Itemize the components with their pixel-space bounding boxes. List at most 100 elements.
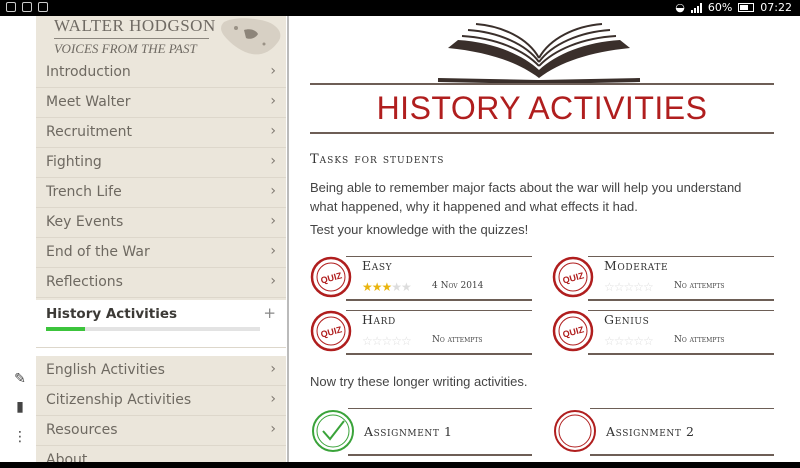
- chevron-right-icon: ›: [270, 273, 276, 289]
- sidebar-item-label: Key Events: [46, 214, 124, 230]
- quiz-moderate[interactable]: QUIZ Moderate ☆☆☆☆☆ No attempts: [552, 256, 774, 302]
- intro-text-line-1: Being able to remember major facts about…: [310, 180, 742, 195]
- chevron-right-icon: ›: [270, 183, 276, 199]
- progress-fill: [46, 327, 85, 331]
- sidebar-item-key-events[interactable]: Key Events ›: [36, 208, 286, 238]
- chevron-right-icon: ›: [270, 243, 276, 259]
- star-rating: ☆☆☆☆☆: [604, 280, 654, 294]
- chevron-right-icon: ›: [270, 213, 276, 229]
- checkmark-circle-icon: [312, 410, 354, 452]
- star-rating: ☆☆☆☆☆: [604, 334, 654, 348]
- assignment-1[interactable]: Assignment 1: [310, 408, 532, 456]
- chevron-right-icon: ›: [270, 153, 276, 169]
- intro-text-line-2: what happened, why it happened and what …: [310, 199, 638, 214]
- writing-intro: Now try these longer writing activities.: [310, 374, 528, 389]
- sidebar: WALTER HODGSON VOICES FROM THE PAST Intr…: [36, 16, 286, 462]
- quiz-hard[interactable]: QUIZ Hard ☆☆☆☆☆ No attempts: [310, 310, 532, 356]
- quiz-name: Hard: [362, 312, 396, 327]
- more-icon[interactable]: ⋮: [11, 428, 29, 446]
- intro-text-line-3: Test your knowledge with the quizzes!: [310, 222, 529, 237]
- quiz-genius[interactable]: QUIZ Genius ☆☆☆☆☆ No attempts: [552, 310, 774, 356]
- star-rating: ★★★★★: [362, 280, 412, 294]
- brand: WALTER HODGSON VOICES FROM THE PAST: [36, 16, 286, 58]
- assignment-name: Assignment 1: [364, 424, 453, 439]
- quiz-status: No attempts: [674, 335, 725, 345]
- title-rule-top: [310, 83, 774, 85]
- wifi-icon: ◒: [675, 1, 685, 14]
- quiz-stamp-icon: QUIZ: [552, 310, 594, 352]
- notification-icons: [6, 2, 48, 12]
- divider: [590, 454, 774, 456]
- sidebar-scrollbar[interactable]: [287, 16, 289, 462]
- app-frame: ✎ ▮ ⋮ WALTER HODGSON VOICES FROM THE PAS…: [0, 16, 800, 462]
- sidebar-item-label: End of the War: [46, 244, 150, 260]
- sidebar-item-label: Introduction: [46, 64, 131, 80]
- open-book-icon: [437, 23, 641, 84]
- sidebar-item-label: History Activities: [46, 306, 178, 322]
- divider: [348, 408, 532, 409]
- chevron-right-icon: ›: [270, 391, 276, 407]
- sidebar-item-reflections[interactable]: Reflections ›: [36, 268, 286, 298]
- expand-icon[interactable]: +: [263, 304, 276, 322]
- signal-icon: [690, 2, 702, 13]
- assignment-name: Assignment 2: [606, 424, 695, 439]
- sidebar-item-label: Citizenship Activities: [46, 392, 192, 408]
- add-note-icon[interactable]: ✎: [11, 370, 29, 388]
- chat-icon: [22, 2, 32, 12]
- sidebar-item-recruitment[interactable]: Recruitment ›: [36, 118, 286, 148]
- sidebar-item-label: Reflections: [46, 274, 123, 290]
- sidebar-item-end-of-the-war[interactable]: End of the War ›: [36, 238, 286, 268]
- sidebar-item-label: Fighting: [46, 154, 102, 170]
- sidebar-item-label: English Activities: [46, 362, 165, 378]
- chevron-right-icon: ›: [270, 123, 276, 139]
- quiz-status: No attempts: [674, 281, 725, 291]
- title-rule-bottom: [310, 132, 774, 134]
- quiz-status: No attempts: [432, 335, 483, 345]
- sidebar-item-meet-walter[interactable]: Meet Walter ›: [36, 88, 286, 118]
- divider: [346, 256, 532, 257]
- divider: [588, 310, 774, 311]
- chevron-right-icon: ›: [270, 93, 276, 109]
- sidebar-item-citizenship-activities[interactable]: Citizenship Activities ›: [36, 386, 286, 416]
- page-title: HISTORY ACTIVITIES: [376, 90, 708, 126]
- quiz-easy[interactable]: QUIZ Easy ★★★★★ 4 Nov 2014: [310, 256, 532, 302]
- divider: [346, 310, 532, 311]
- assignment-2[interactable]: Assignment 2: [552, 408, 774, 456]
- sidebar-item-trench-life[interactable]: Trench Life ›: [36, 178, 286, 208]
- system-status: ◒ 60% 07:22: [675, 1, 792, 14]
- divider: [346, 299, 532, 301]
- quiz-stamp-text: QUIZ: [320, 324, 344, 339]
- quiz-name: Genius: [604, 312, 650, 327]
- brand-title: WALTER HODGSON: [54, 16, 216, 35]
- quiz-stamp-text: QUIZ: [562, 270, 586, 285]
- shield-icon: [6, 2, 16, 12]
- divider: [588, 299, 774, 301]
- sidebar-item-label: Resources: [46, 422, 118, 438]
- status-bar: ◒ 60% 07:22: [0, 0, 800, 16]
- progress-bar: [46, 327, 260, 331]
- sidebar-item-label: Meet Walter: [46, 94, 131, 110]
- divider: [348, 454, 532, 456]
- sidebar-item-label: Trench Life: [46, 184, 122, 200]
- divider: [588, 256, 774, 257]
- sidebar-item-introduction[interactable]: Introduction ›: [36, 58, 286, 88]
- image-icon: [38, 2, 48, 12]
- sidebar-item-about[interactable]: About: [36, 446, 286, 462]
- add-bookmark-icon[interactable]: ▮: [11, 398, 29, 416]
- quiz-stamp-icon: QUIZ: [310, 310, 352, 352]
- main-content: HISTORY ACTIVITIES Tasks for students Be…: [310, 16, 774, 462]
- sidebar-item-english-activities[interactable]: English Activities ›: [36, 356, 286, 386]
- sidebar-item-history-activities[interactable]: History Activities +: [36, 300, 286, 348]
- empty-circle-icon: [554, 410, 596, 452]
- quiz-stamp-text: QUIZ: [562, 324, 586, 339]
- sidebar-item-resources[interactable]: Resources ›: [36, 416, 286, 446]
- sidebar-item-fighting[interactable]: Fighting ›: [36, 148, 286, 178]
- navigation-bar: [0, 462, 800, 468]
- map-logo: [221, 18, 281, 55]
- chevron-right-icon: ›: [270, 421, 276, 437]
- battery-percent: 60%: [707, 1, 733, 14]
- quiz-stamp-icon: QUIZ: [310, 256, 352, 298]
- tool-rail: ✎ ▮ ⋮: [0, 16, 36, 462]
- quiz-stamp-text: QUIZ: [320, 270, 344, 285]
- clock: 07:22: [760, 1, 792, 14]
